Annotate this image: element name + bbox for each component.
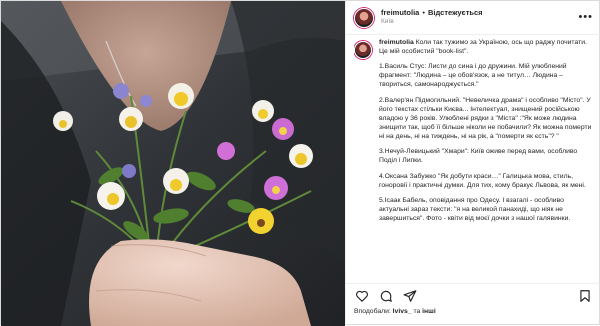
likes-prefix: Вподобали: — [354, 308, 393, 315]
instagram-post: freimutolia • Відстежується Київ ••• fre… — [0, 0, 600, 326]
post-actions-bar — [346, 283, 600, 307]
caption-avatar[interactable] — [354, 41, 372, 59]
caption-item: 3.Нечуй-Левицький "Хмари": Київ оживе пе… — [379, 148, 578, 165]
post-side-panel: freimutolia • Відстежується Київ ••• fre… — [345, 1, 600, 326]
heart-icon[interactable] — [354, 288, 370, 304]
author-row: freimutolia • Відстежується — [381, 9, 483, 18]
likes-middle: та — [411, 308, 423, 315]
bookmark-icon[interactable] — [577, 288, 593, 304]
caption-item: 1.Василь Стус: Листи до сина і до дружин… — [379, 63, 567, 89]
post-photo[interactable] — [1, 1, 345, 326]
author-info: freimutolia • Відстежується Київ — [381, 9, 483, 25]
more-horizontal-icon[interactable]: ••• — [578, 12, 593, 23]
caption-item: 2.Валер'ян Підмогильний. "Невеличка драм… — [379, 96, 592, 140]
likes-others-link[interactable]: інші — [422, 308, 436, 315]
flowers-photo-illustration — [1, 1, 345, 326]
caption-intro-paragraph: freimutolia Коли так тужимо за Україною,… — [379, 39, 595, 57]
author-username[interactable]: freimutolia — [381, 9, 419, 18]
likes-user-link[interactable]: lvivs_ — [393, 308, 412, 315]
comment-icon[interactable] — [378, 288, 394, 304]
separator-dot: • — [422, 8, 425, 18]
caption-text: freimutolia Коли так тужимо за Україною,… — [379, 39, 595, 279]
post-caption: freimutolia Коли так тужимо за Україною,… — [354, 39, 595, 279]
caption-username[interactable]: freimutolia — [379, 39, 414, 46]
post-location[interactable]: Київ — [381, 18, 483, 25]
follow-status-button[interactable]: Відстежується — [428, 9, 483, 18]
share-icon[interactable] — [402, 288, 418, 304]
likes-summary: Вподобали: lvivs_ та інші — [354, 308, 436, 315]
caption-item: 4.Оксана Забужко "Як добути краси…" Гали… — [379, 172, 586, 189]
post-header: freimutolia • Відстежується Київ ••• — [346, 1, 600, 35]
caption-item: 5.Ісаак Бабель, оповідання про Одесу. І … — [379, 197, 571, 222]
author-avatar[interactable] — [354, 7, 374, 28]
